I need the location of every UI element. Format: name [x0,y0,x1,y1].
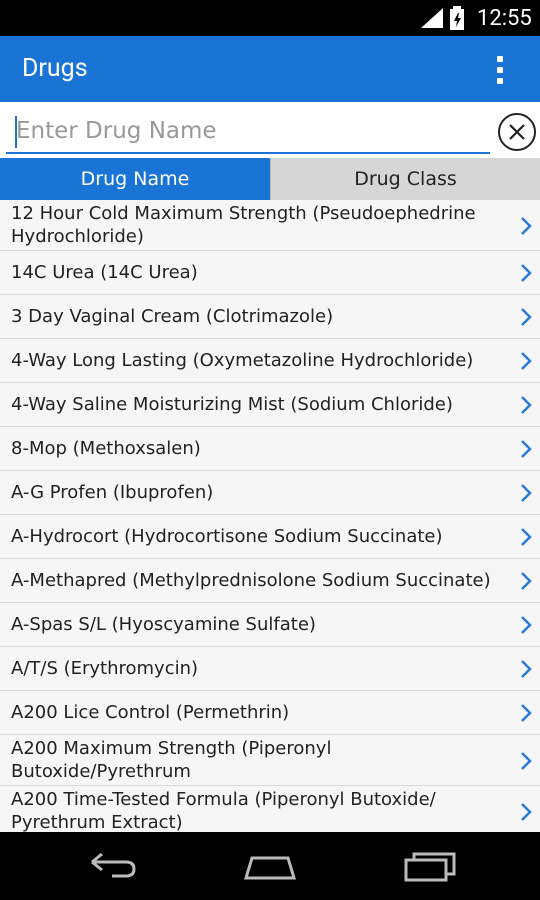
drug-name-label: 4-Way Saline Moisturizing Mist (Sodium C… [11,393,511,416]
chevron-right-icon [521,396,532,414]
chevron-right-icon [521,484,532,502]
drug-list: 12 Hour Cold Maximum Strength (Pseudoeph… [0,200,540,832]
drug-search-input[interactable] [6,110,490,154]
clock: 12:55 [477,6,532,31]
chevron-right-icon [521,264,532,282]
drug-name-label: A-Hydrocort (Hydrocortisone Sodium Succi… [11,525,511,548]
chevron-right-icon [521,352,532,370]
drug-list-item[interactable]: A-G Profen (Ibuprofen) [0,471,540,515]
drug-name-line1: 3 Day Vaginal Cream (Clotrimazole) [11,306,334,327]
drug-list-item[interactable]: A-Hydrocort (Hydrocortisone Sodium Succi… [0,515,540,559]
chevron-right-icon [521,751,532,770]
page-title: Drugs [22,54,88,83]
drug-name-label: A200 Time-Tested Formula (Piperonyl Buto… [11,788,511,832]
drug-name-line1: A-G Profen (Ibuprofen) [11,482,214,503]
clear-circle-icon [509,124,525,140]
drug-name-label: A-G Profen (Ibuprofen) [11,481,511,504]
drug-list-item[interactable]: 12 Hour Cold Maximum Strength (Pseudoeph… [0,200,540,251]
status-bar: 3G 12:55 [0,0,540,36]
drug-list-item[interactable]: A-Methapred (Methylprednisolone Sodium S… [0,559,540,603]
chevron-right-icon [521,802,532,821]
tab-bar: Drug Name Drug Class [0,158,540,200]
chevron-right-icon [521,572,532,590]
drug-list-item[interactable]: A200 Time-Tested Formula (Piperonyl Buto… [0,786,540,832]
clear-search-button[interactable] [498,113,536,151]
drug-name-line1: 12 Hour Cold Maximum Strength (Pseudoeph… [11,203,476,224]
chevron-right-icon [521,308,532,326]
drug-name-line1: A-Hydrocort (Hydrocortisone Sodium Succi… [11,526,443,547]
drug-name-label: A200 Lice Control (Permethrin) [11,701,511,724]
drug-name-line2: Hydrochloride) [11,226,144,247]
chevron-right-icon [521,528,532,546]
tab-drug-name[interactable]: Drug Name [0,158,270,200]
drug-name-line1: 4-Way Saline Moisturizing Mist (Sodium C… [11,394,453,415]
chevron-right-icon [521,616,532,634]
recents-icon[interactable] [400,848,460,884]
drug-name-label: 4-Way Long Lasting (Oxymetazoline Hydroc… [11,349,511,372]
drug-name-line1: A-Spas S/L (Hyoscyamine Sulfate) [11,614,316,635]
chevron-right-icon [521,440,532,458]
chevron-right-icon [521,704,532,722]
drug-name-line1: 14C Urea (14C Urea) [11,262,198,283]
drug-name-label: 3 Day Vaginal Cream (Clotrimazole) [11,305,511,328]
drug-name-line1: A200 Maximum Strength (Piperonyl Butoxid… [11,738,332,782]
drug-list-item[interactable]: 3 Day Vaginal Cream (Clotrimazole) [0,295,540,339]
drug-name-label: A-Methapred (Methylprednisolone Sodium S… [11,569,511,592]
drug-list-item[interactable]: A/T/S (Erythromycin) [0,647,540,691]
overflow-menu-icon[interactable] [490,54,510,86]
drug-name-line1: A200 Lice Control (Permethrin) [11,702,290,723]
action-bar: Drugs [0,36,540,102]
main-content: Drug Name Drug Class 12 Hour Cold Maximu… [0,102,540,832]
network-type-label: 3G [421,4,434,15]
drug-name-line1: 8-Mop (Methoxsalen) [11,438,201,459]
drug-name-line1: A/T/S (Erythromycin) [11,658,199,679]
drug-list-item[interactable]: 4-Way Long Lasting (Oxymetazoline Hydroc… [0,339,540,383]
drug-name-label: A/T/S (Erythromycin) [11,657,511,680]
drug-list-item[interactable]: A200 Lice Control (Permethrin) [0,691,540,735]
back-icon[interactable] [82,848,142,884]
chevron-right-icon [521,216,532,235]
drug-name-label: 14C Urea (14C Urea) [11,261,511,284]
drug-list-item[interactable]: 8-Mop (Methoxsalen) [0,427,540,471]
home-icon[interactable] [240,848,300,884]
text-cursor [15,116,17,148]
drug-list-item[interactable]: 14C Urea (14C Urea) [0,251,540,295]
drug-name-label: A-Spas S/L (Hyoscyamine Sulfate) [11,613,511,636]
tab-drug-class[interactable]: Drug Class [270,158,540,200]
drug-name-label: 12 Hour Cold Maximum Strength (Pseudoeph… [11,202,511,248]
drug-name-line2: Pyrethrum Extract) [11,812,183,832]
drug-name-label: 8-Mop (Methoxsalen) [11,437,511,460]
navigation-bar [0,832,540,900]
drug-list-item[interactable]: 4-Way Saline Moisturizing Mist (Sodium C… [0,383,540,427]
drug-name-line1: A-Methapred (Methylprednisolone Sodium S… [11,570,491,591]
battery-charging-icon [450,6,464,30]
chevron-right-icon [521,660,532,678]
drug-list-item[interactable]: A-Spas S/L (Hyoscyamine Sulfate) [0,603,540,647]
search-row [0,102,540,158]
drug-name-line1: 4-Way Long Lasting (Oxymetazoline Hydroc… [11,350,474,371]
drug-name-line1: A200 Time-Tested Formula (Piperonyl Buto… [11,789,436,810]
drug-list-item[interactable]: A200 Maximum Strength (Piperonyl Butoxid… [0,735,540,805]
